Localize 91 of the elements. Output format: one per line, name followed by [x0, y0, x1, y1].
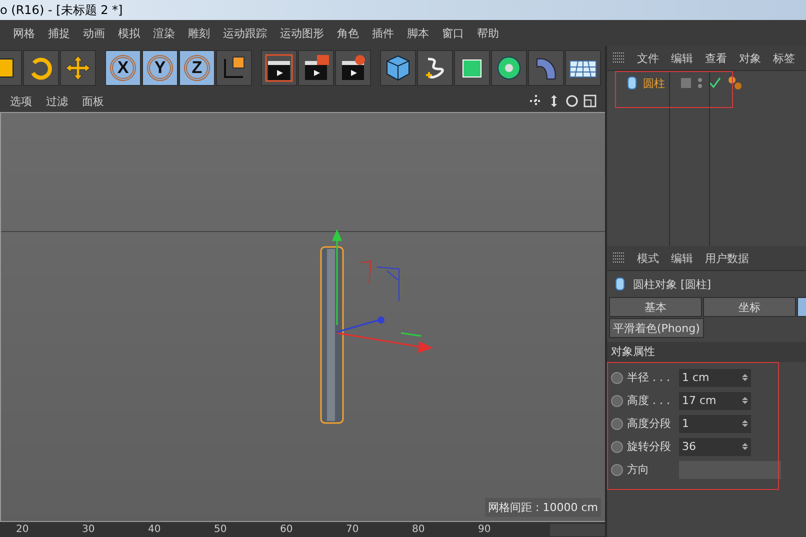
panel-grip-icon[interactable]	[613, 52, 625, 64]
menu-item[interactable]: 模式	[637, 250, 659, 266]
grid-spacing-label: 网格间距 : 10000 cm	[485, 498, 601, 517]
cloner-button[interactable]	[491, 50, 527, 86]
section-header: 对象属性	[607, 342, 806, 362]
menu-item[interactable]: 运动跟踪	[223, 26, 267, 40]
cube-button[interactable]	[380, 50, 416, 86]
menu-item[interactable]: 雕刻	[188, 26, 210, 40]
frame-number: 80	[412, 524, 426, 535]
menu-item[interactable]: 文件	[637, 50, 659, 66]
attribute-tab[interactable]: 基本	[609, 297, 702, 317]
cylinder-icon	[615, 277, 625, 291]
move-icon	[63, 53, 93, 83]
render-button[interactable]	[298, 50, 334, 86]
menu-item[interactable]: 编辑	[671, 50, 693, 66]
menu-item[interactable]: 网格	[13, 26, 35, 40]
frame-number: 50	[214, 524, 228, 535]
field-label: 方向	[627, 462, 650, 477]
render-region-button[interactable]	[261, 50, 297, 86]
menu-item[interactable]: 标签	[773, 50, 795, 66]
spinner-icon[interactable]	[742, 420, 748, 427]
object-name[interactable]: 圆柱	[643, 76, 673, 90]
field-label: 高度 . . .	[627, 393, 671, 408]
animate-radio[interactable]	[611, 440, 623, 452]
rotate-view-icon[interactable]	[565, 94, 579, 108]
visibility-dots-icon[interactable]	[697, 77, 703, 89]
coordinate-system-button[interactable]	[216, 50, 252, 86]
field-label: 高度分段	[627, 416, 672, 431]
frame-number: 30	[82, 524, 96, 535]
checkmark-icon[interactable]	[709, 77, 721, 89]
viewport-menu-item[interactable]: 面板	[82, 94, 104, 108]
object-title: 圆柱对象 [圆柱]	[633, 276, 712, 292]
frame-number: 60	[280, 524, 294, 535]
frame-field[interactable]	[550, 524, 605, 536]
cylinder-icon	[627, 76, 637, 90]
menu-item[interactable]: 脚本	[407, 26, 429, 40]
menu-item[interactable]: 编辑	[671, 250, 693, 266]
menu-item[interactable]: 用户数据	[705, 250, 749, 266]
attribute-tab[interactable]: 平滑着色(Phong)	[609, 318, 704, 338]
number-field[interactable]: 17 cm	[679, 392, 751, 410]
layer-swatch[interactable]	[681, 78, 691, 88]
pen-tool-button[interactable]	[417, 50, 453, 86]
viewport-menu-item[interactable]: 过滤	[46, 94, 68, 108]
viewport-menu-item[interactable]: 选项	[10, 94, 32, 108]
animate-radio[interactable]	[611, 418, 623, 430]
menu-item[interactable]: 对象	[739, 50, 761, 66]
frame-number: 90	[478, 524, 492, 535]
3d-viewport[interactable]: 网格间距 : 10000 cm	[0, 112, 605, 522]
axis-toggle-button[interactable]: X	[105, 50, 141, 86]
maximize-icon[interactable]	[583, 94, 597, 108]
field-label: 旋转分段	[627, 439, 672, 454]
frame-number: 40	[148, 524, 162, 535]
menu-item[interactable]: 角色	[337, 26, 359, 40]
menu-item[interactable]: 插件	[372, 26, 394, 40]
phong-tag-icon[interactable]	[727, 75, 743, 91]
axis-toggle-button[interactable]: Y	[142, 50, 178, 86]
menu-item[interactable]: 窗口	[442, 26, 464, 40]
number-field[interactable]: 36	[679, 438, 751, 456]
menu-item[interactable]: 模拟	[118, 26, 140, 40]
panel-grip-icon[interactable]	[613, 252, 625, 264]
timeline-ruler[interactable]: 20 30 40 50 60 70 80 90	[0, 522, 605, 537]
clapperboard-icon	[264, 53, 294, 83]
animate-radio[interactable]	[611, 372, 623, 384]
number-field[interactable]: 1	[679, 414, 751, 432]
bend-deformer-button[interactable]	[528, 50, 564, 86]
menu-item[interactable]: 捕捉	[48, 26, 70, 40]
dropdown-field[interactable]	[679, 460, 781, 478]
animate-radio[interactable]	[611, 394, 623, 406]
number-field[interactable]: 1 cm	[679, 368, 751, 386]
menu-item[interactable]: 查看	[705, 50, 727, 66]
menu-item[interactable]: 运动图形	[280, 26, 324, 40]
menu-item[interactable]: 帮助	[477, 26, 499, 40]
frame-number: 70	[346, 524, 360, 535]
axis-toggle-button[interactable]: Z	[179, 50, 215, 86]
subdivision-button[interactable]	[454, 50, 490, 86]
spinner-icon[interactable]	[742, 397, 748, 404]
render-settings-button[interactable]	[335, 50, 371, 86]
menu-item[interactable]: 动画	[83, 26, 105, 40]
rotate-tool-button[interactable]	[23, 50, 59, 86]
animate-radio[interactable]	[611, 464, 623, 476]
pan-icon[interactable]	[529, 94, 543, 108]
spinner-icon[interactable]	[742, 374, 748, 381]
window-title: o (R16) - [未标题 2 *]	[0, 2, 123, 18]
menu-item[interactable]: 渲染	[153, 26, 175, 40]
move-tool-button[interactable]	[60, 50, 96, 86]
attribute-tab[interactable]	[797, 297, 806, 317]
attribute-tab[interactable]: 坐标	[703, 297, 796, 317]
frame-number: 20	[16, 524, 30, 535]
floor-button[interactable]	[565, 50, 601, 86]
field-label: 半径 . . .	[627, 370, 671, 385]
spinner-icon[interactable]	[742, 443, 748, 450]
